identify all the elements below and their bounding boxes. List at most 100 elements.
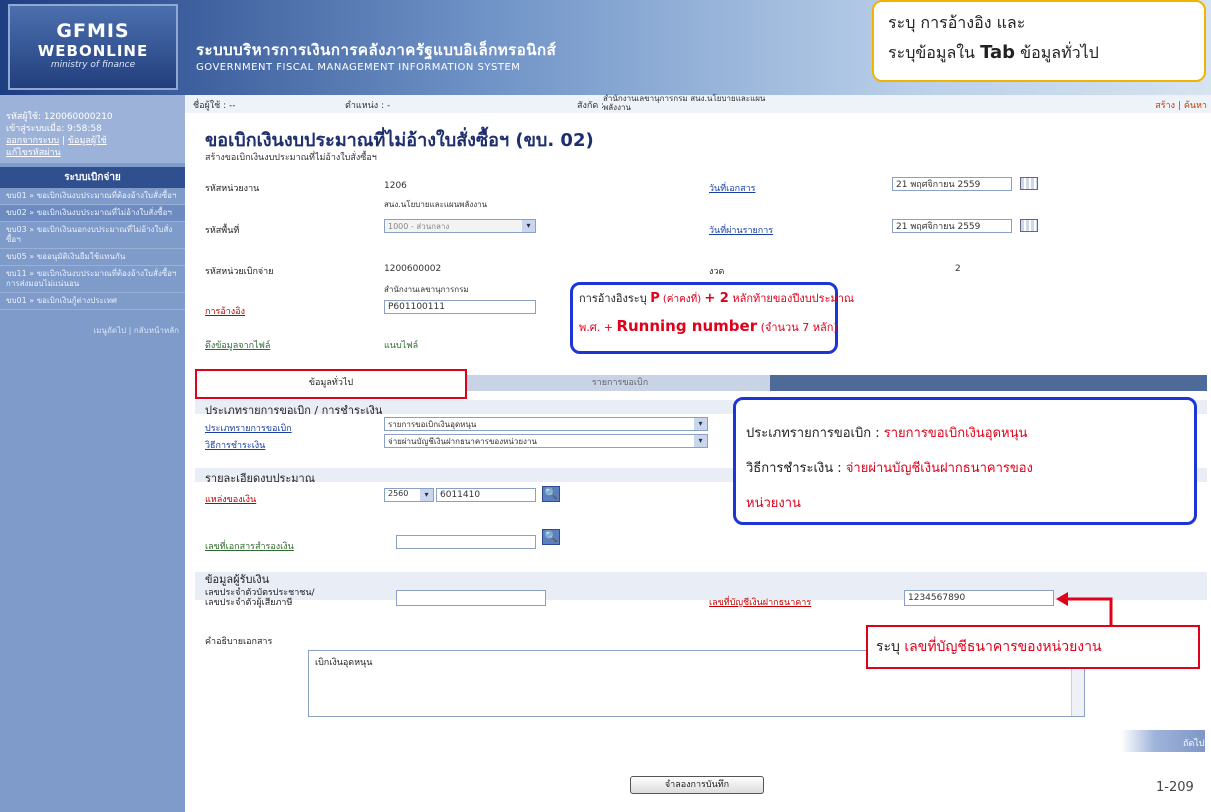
section-budget-title: รายละเอียดงบประมาณ: [205, 472, 315, 485]
tab-items[interactable]: รายการขอเบิก: [470, 375, 770, 391]
payment-label[interactable]: วิธีการชำระเงิน: [205, 438, 265, 452]
callout-tab-word: Tab: [980, 42, 1016, 63]
description-value: เบิกเงินอุดหนุน: [315, 658, 373, 668]
affiliation-value: สำนักงานเลขานุการกรม สนง.นโยบายและแผน พลั…: [603, 94, 765, 112]
simulate-save-button[interactable]: จำลองการบันทึก: [630, 776, 764, 794]
system-title-en: GOVERNMENT FISCAL MANAGEMENT INFORMATION…: [196, 62, 521, 73]
description-label: คำอธิบายเอกสาร: [205, 637, 273, 647]
area-code-select[interactable]: 1000 - ส่วนกลาง ▾: [384, 219, 536, 233]
sidebar-item-kb01[interactable]: ขบ01 » ขอเบิกเงินงบประมาณที่ต้องอ้างใบสั…: [0, 188, 185, 205]
attach-file-link[interactable]: แนบไฟล์: [384, 338, 418, 352]
user-code: รหัสผู้ใช้: 120060000210: [6, 112, 113, 122]
bank-account-input[interactable]: [904, 590, 1054, 606]
reference-annotation-line-1: การอ้างอิงระบุ P (ค่าคงที่) + 2 หลักท้าย…: [579, 289, 999, 307]
sidebar-menu-title: ระบบเบิกจ่าย: [0, 167, 185, 188]
logo-text-3: ministry of finance: [50, 60, 136, 70]
page-subtitle: สร้างขอเบิกเงินงบประมาณที่ไม่อ้างใบสั่งซ…: [205, 153, 377, 163]
type-label[interactable]: ประเภทรายการขอเบิก: [205, 421, 292, 435]
affiliation-label: สังกัด :: [577, 101, 605, 111]
chevron-down-icon: ▾: [420, 489, 433, 501]
sidebar-footer-links[interactable]: เมนูถัดไป | กลับหน้าหลัก: [0, 310, 185, 351]
disb-unit-value: 1200600002: [384, 264, 442, 274]
tab-general-highlight: [195, 369, 467, 399]
payment-annotation: ประเภทรายการขอเบิก : รายการขอเบิกเงินอุด…: [733, 397, 1197, 525]
tab-strip-end: [770, 375, 1207, 391]
unit-code-label: รหัสหน่วยงาน: [205, 184, 260, 194]
sidebar-item-kb11[interactable]: ขบ11 » ขอเบิกเงินงบประมาณที่ต้องอ้างใบสั…: [0, 266, 185, 293]
reserve-label[interactable]: เลขที่เอกสารสำรองเงิน: [205, 539, 294, 553]
period-value: 2: [955, 264, 961, 274]
ann-bank-pre: ระบุ: [876, 639, 905, 655]
callout-line-2: ระบุข้อมูลใน Tab ข้อมูลทั่วไป: [888, 38, 1190, 68]
logo-text-1: GFMIS: [56, 20, 130, 42]
ann-type-value: รายการขอเบิกเงินอุดหนุน: [883, 426, 1028, 441]
affiliation-line-1: สำนักงานเลขานุการกรม สนง.นโยบายและแผน: [603, 94, 766, 103]
affiliation-line-2: พลังงาน: [603, 103, 631, 112]
create-search-links[interactable]: สร้าง | ค้นหา: [1155, 98, 1207, 112]
ann-p-note: (ค่าคงที่): [659, 294, 705, 305]
chevron-down-icon: ▾: [694, 418, 707, 430]
user-position: ตำแหน่ง : -: [345, 101, 391, 111]
sidebar-item-kb05[interactable]: ขบ05 » ขออนุมัติเงินยืมใช้แทนกัน: [0, 249, 185, 266]
sidebar-item-kb02[interactable]: ขบ02 » ขอเบิกเงินงบประมาณที่ไม่อ้างใบสั่…: [0, 205, 185, 222]
page-number: 1-209: [1156, 780, 1194, 795]
reserve-input[interactable]: [396, 535, 536, 549]
ann-type-label: ประเภทรายการขอเบิก :: [746, 426, 884, 441]
source-year-value: 2560: [388, 489, 409, 498]
import-file-link[interactable]: ดึงข้อมูลจากไฟล์: [205, 338, 270, 352]
reference-input[interactable]: [384, 300, 536, 314]
login-time: เข้าสู่ระบบเมื่อ: 9:58:58: [6, 124, 102, 134]
user-info-bar: ชื่อผู้ใช้ : -- ตำแหน่ง : - สังกัด : สำน…: [185, 94, 1211, 113]
calendar-icon[interactable]: [1020, 219, 1038, 232]
source-label[interactable]: แหล่งของเงิน: [205, 492, 256, 506]
sidebar-item-kt01[interactable]: ขบ01 » ขอเบิกเงินกู้ต่างประเทศ: [0, 293, 185, 310]
disb-unit-label: รหัสหน่วยเบิกจ่าย: [205, 267, 274, 277]
citizen-label: เลขประจำตัวบัตรประชาชน/เลขประจำตัวผู้เสี…: [205, 588, 315, 608]
type-select[interactable]: รายการขอเบิกเงินอุดหนุน ▾: [384, 417, 708, 431]
ann-running: Running number: [616, 317, 758, 335]
doc-date-input[interactable]: [892, 177, 1012, 191]
citizen-id-input[interactable]: [396, 590, 546, 606]
logout-link[interactable]: ออกจากระบบ: [6, 136, 59, 146]
search-icon[interactable]: 🔍: [542, 486, 560, 502]
unit-code-value: 1206: [384, 181, 407, 191]
gfmis-logo: GFMIS WEBONLINE ministry of finance: [8, 4, 178, 90]
citizen-label-2: เลขประจำตัวผู้เสียภาษี: [205, 598, 293, 608]
change-password-link[interactable]: แก้ไขรหัสผ่าน: [6, 148, 61, 158]
arrow-icon: [1056, 592, 1113, 625]
user-name: ชื่อผู้ใช้ : --: [193, 101, 236, 111]
citizen-label-1: เลขประจำตัวบัตรประชาชน/: [205, 588, 315, 598]
ann-p: P: [650, 291, 660, 306]
profile-link[interactable]: ข้อมูลผู้ใช้: [68, 136, 107, 146]
instruction-callout: ระบุ การอ้างอิง และ ระบุข้อมูลใน Tab ข้อ…: [872, 0, 1206, 82]
payment-annotation-line-1: ประเภทรายการขอเบิก : รายการขอเบิกเงินอุด…: [746, 422, 1027, 443]
bank-account-label[interactable]: เลขที่บัญชีเงินฝากธนาคาร: [709, 595, 811, 609]
sidebar: รหัสผู้ใช้: 120060000210 เข้าสู่ระบบเมื่…: [0, 95, 185, 812]
logo-text-2: WEBONLINE: [37, 42, 149, 60]
callout-text-end: ข้อมูลทั่วไป: [1015, 43, 1099, 62]
section-payee-title: ข้อมูลผู้รับเงิน: [205, 573, 270, 586]
chevron-down-icon: ▾: [522, 220, 535, 232]
payment-annotation-line-2: วิธีการชำระเงิน : จ่ายผ่านบัญชีเงินฝากธน…: [746, 457, 1033, 478]
system-title: ระบบบริหารการเงินการคลังภาครัฐแบบอิเล็กท…: [196, 38, 556, 73]
post-date-input[interactable]: [892, 219, 1012, 233]
reference-label[interactable]: การอ้างอิง: [205, 304, 245, 318]
reference-annotation: การอ้างอิงระบุ P (ค่าคงที่) + 2 หลักท้าย…: [570, 282, 854, 354]
section-payment-title: ประเภทรายการขอเบิก / การชำระเงิน: [205, 404, 383, 417]
post-date-label[interactable]: วันที่ผ่านรายการ: [709, 223, 773, 237]
ann-pay-value: จ่ายผ่านบัญชีเงินฝากธนาคารของ: [845, 461, 1033, 476]
ann-bank-value: เลขที่บัญชีธนาคารของหน่วยงาน: [904, 639, 1102, 655]
ann-line2-post: (จำนวน 7 หลัก): [757, 321, 838, 334]
payment-value: จ่ายผ่านบัญชีเงินฝากธนาคารของหน่วยงาน: [388, 437, 537, 446]
next-button[interactable]: ถัดไป »: [1183, 736, 1211, 760]
doc-date-label[interactable]: วันที่เอกสาร: [709, 181, 755, 195]
ann-text: การอ้างอิงระบุ: [579, 292, 651, 305]
search-icon[interactable]: 🔍: [542, 529, 560, 545]
system-title-th: ระบบบริหารการเงินการคลังภาครัฐแบบอิเล็กท…: [196, 41, 557, 59]
payment-select[interactable]: จ่ายผ่านบัญชีเงินฝากธนาคารของหน่วยงาน ▾: [384, 434, 708, 448]
calendar-icon[interactable]: [1020, 177, 1038, 190]
source-code-input[interactable]: [436, 488, 536, 502]
ann-mid: หลักท้ายของปีงบประมาณ: [728, 292, 855, 305]
source-year-select[interactable]: 2560 ▾: [384, 488, 434, 502]
sidebar-item-kb03[interactable]: ขบ03 » ขอเบิกเงินนอกงบประมาณที่ไม่อ้างใบ…: [0, 222, 185, 249]
